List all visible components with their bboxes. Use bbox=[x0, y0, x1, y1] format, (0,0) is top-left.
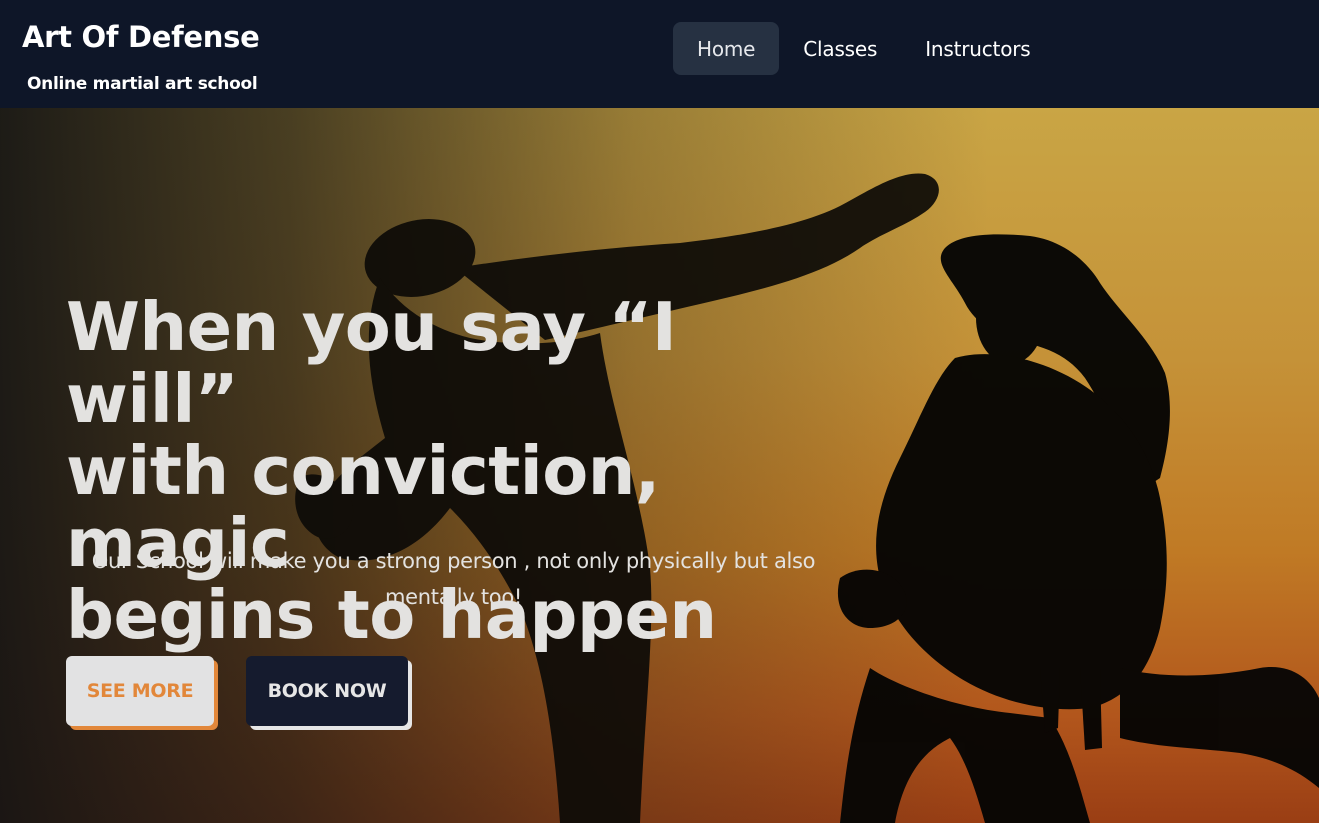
nav-classes[interactable]: Classes bbox=[779, 22, 901, 75]
main-nav: Home Classes Instructors bbox=[673, 22, 1054, 75]
nav-instructors[interactable]: Instructors bbox=[901, 22, 1054, 75]
book-now-button[interactable]: BOOK NOW bbox=[246, 656, 408, 726]
hero-subtitle-line-1: Our School will make you a strong person… bbox=[91, 549, 816, 573]
brand-tagline: Online martial art school bbox=[27, 74, 258, 94]
see-more-button[interactable]: SEE MORE bbox=[66, 656, 214, 726]
hero-subtitle-line-2: mentally too! bbox=[384, 585, 522, 609]
nav-home[interactable]: Home bbox=[673, 22, 780, 75]
brand-title[interactable]: Art Of Defense bbox=[22, 20, 260, 54]
hero-heading-line-1: When you say “I will” bbox=[66, 288, 677, 438]
hero-section: When you say “I will” with conviction, m… bbox=[0, 108, 1319, 823]
site-header: Art Of Defense Online martial art school… bbox=[0, 0, 1319, 108]
hero-subtitle: Our School will make you a strong person… bbox=[66, 543, 841, 615]
